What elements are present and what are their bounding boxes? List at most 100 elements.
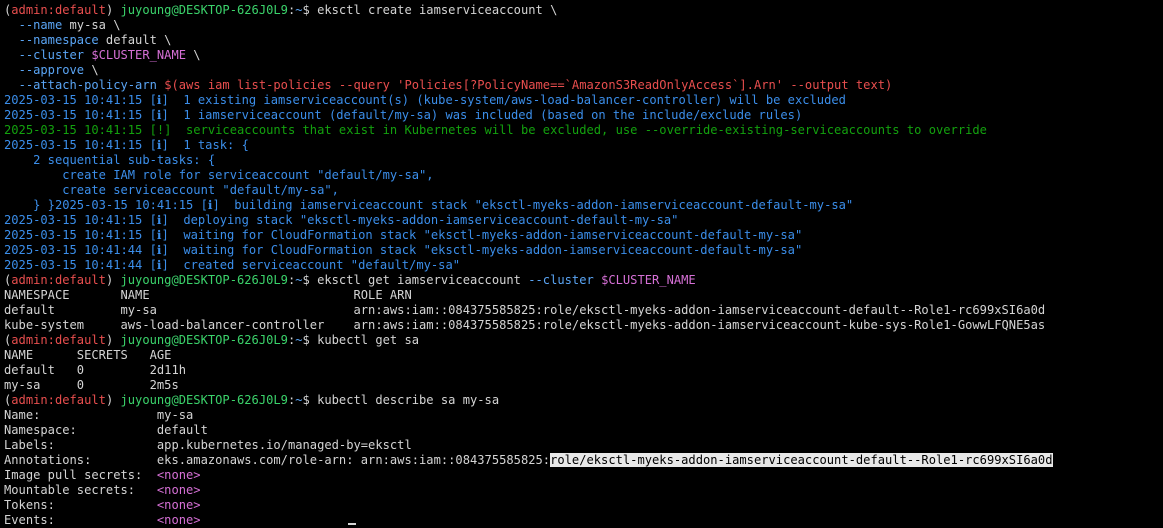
log-line: 2025-03-15 10:41:15 [ℹ] 1 iamserviceacco… bbox=[4, 108, 1163, 123]
command-text: kubectl describe sa my-sa bbox=[317, 393, 500, 407]
flag-cluster: --cluster bbox=[528, 273, 594, 287]
prompt-path: ~ bbox=[295, 273, 303, 287]
prompt-user-host: juyoung@DESKTOP-626J0L9 bbox=[120, 333, 288, 347]
env-variable: $CLUSTER_NAME bbox=[91, 48, 187, 62]
log-message: 1 iamserviceaccount (default/my-sa) was … bbox=[168, 108, 803, 122]
describe-key: Annotations: bbox=[4, 453, 157, 467]
prompt-line: (admin:default) juyoung@DESKTOP-626J0L9:… bbox=[4, 393, 500, 407]
describe-key: Image pull secrets: bbox=[4, 468, 157, 482]
describe-value: my-sa bbox=[156, 408, 194, 422]
command-text: eksctl create iamserviceaccount \ bbox=[317, 3, 558, 17]
describe-key: Tokens: bbox=[4, 498, 157, 512]
table-header: NAME SECRETS AGE bbox=[4, 348, 172, 362]
log-message: 1 existing iamserviceaccount(s) (kube-sy… bbox=[168, 93, 846, 107]
describe-value: eks.amazonaws.com/role-arn: arn:aws:iam:… bbox=[156, 453, 551, 467]
log-message: serviceaccounts that exist in Kubernetes… bbox=[171, 123, 987, 137]
prompt-user-host: juyoung@DESKTOP-626J0L9 bbox=[120, 393, 288, 407]
log-timestamp: 2025-03-15 10:41:15 [ℹ] bbox=[4, 138, 169, 152]
table-row: kube-system aws-load-balancer-controller… bbox=[4, 318, 1046, 332]
log-timestamp: 2025-03-15 10:41:44 [ℹ] bbox=[4, 258, 169, 272]
describe-value: default bbox=[156, 423, 208, 437]
describe-field: Name: my-sa bbox=[4, 408, 1163, 423]
log-line: create serviceaccount "default/my-sa", bbox=[4, 183, 339, 197]
table-row: default my-sa arn:aws:iam::084375585825:… bbox=[4, 303, 1046, 317]
log-message: building iamserviceaccount stack "eksctl… bbox=[219, 198, 854, 212]
describe-value-none: <none> bbox=[156, 513, 201, 527]
flag-name: --name bbox=[18, 18, 63, 32]
describe-key: Events: bbox=[4, 513, 157, 527]
describe-field: Image pull secrets: <none> bbox=[4, 468, 1163, 483]
flag-cluster: --cluster bbox=[18, 48, 85, 62]
log-timestamp: 2025-03-15 10:41:15 [ℹ] bbox=[54, 198, 220, 212]
log-line: 2 sequential sub-tasks: { bbox=[4, 153, 216, 167]
flag-value: default \ bbox=[98, 33, 172, 47]
command-continuation: --cluster $CLUSTER_NAME \ bbox=[4, 48, 1163, 63]
log-line: 2025-03-15 10:41:44 [ℹ] created servicea… bbox=[4, 258, 1163, 273]
command-text: kubectl get sa bbox=[317, 333, 420, 347]
line-continuation: \ bbox=[84, 63, 99, 77]
selected-text[interactable]: role/eksctl-myeks-addon-iamserviceaccoun… bbox=[550, 453, 1053, 467]
prompt-env: admin:default bbox=[11, 333, 106, 347]
log-line: } }2025-03-15 10:41:15 [ℹ] building iams… bbox=[4, 198, 1163, 213]
command-continuation: --namespace default \ bbox=[4, 33, 1163, 48]
flag-attach-policy-arn: --attach-policy-arn bbox=[18, 78, 157, 92]
command-text: eksctl get iamserviceaccount bbox=[317, 273, 529, 287]
describe-field: Namespace: default bbox=[4, 423, 1163, 438]
prompt-user-host: juyoung@DESKTOP-626J0L9 bbox=[120, 273, 288, 287]
describe-key: Namespace: bbox=[4, 423, 157, 437]
log-line: 2025-03-15 10:41:44 [ℹ] waiting for Clou… bbox=[4, 243, 1163, 258]
log-line: create IAM role for serviceaccount "defa… bbox=[4, 168, 434, 182]
describe-key: Mountable secrets: bbox=[4, 483, 157, 497]
prompt-line: (admin:default) juyoung@DESKTOP-626J0L9:… bbox=[4, 333, 420, 347]
describe-field: Events: <none> bbox=[4, 513, 1163, 528]
env-variable: $CLUSTER_NAME bbox=[601, 273, 696, 287]
line-continuation: \ bbox=[186, 48, 201, 62]
describe-field: Tokens: <none> bbox=[4, 498, 1163, 513]
describe-value-none: <none> bbox=[156, 483, 201, 497]
prompt-user-host: juyoung@DESKTOP-626J0L9 bbox=[120, 3, 288, 17]
describe-field: Labels: app.kubernetes.io/managed-by=eks… bbox=[4, 438, 1163, 453]
log-message: } } bbox=[4, 198, 55, 212]
flag-namespace: --namespace bbox=[18, 33, 99, 47]
prompt-env: admin:default bbox=[11, 273, 106, 287]
log-message: deploying stack "eksctl-myeks-addon-iams… bbox=[168, 213, 679, 227]
text-cursor bbox=[348, 523, 356, 525]
describe-key: Labels: bbox=[4, 438, 157, 452]
log-line: 2025-03-15 10:41:15 [ℹ] 1 task: { bbox=[4, 138, 1163, 153]
log-timestamp: 2025-03-15 10:41:15 [ℹ] bbox=[4, 93, 169, 107]
table-row: my-sa 0 2m5s bbox=[4, 378, 179, 392]
flag-approve: --approve bbox=[18, 63, 85, 77]
log-timestamp: 2025-03-15 10:41:15 [ℹ] bbox=[4, 108, 169, 122]
log-line: 2025-03-15 10:41:15 [ℹ] 1 existing iamse… bbox=[4, 93, 1163, 108]
command-continuation: --approve \ bbox=[4, 63, 1163, 78]
describe-value-none: <none> bbox=[156, 468, 201, 482]
log-message: waiting for CloudFormation stack "eksctl… bbox=[168, 243, 803, 257]
prompt-env: admin:default bbox=[11, 393, 106, 407]
describe-field: Annotations: eks.amazonaws.com/role-arn:… bbox=[4, 453, 1163, 468]
log-message: 1 task: { bbox=[168, 138, 249, 152]
log-timestamp: 2025-03-15 10:41:15 [ℹ] bbox=[4, 213, 169, 227]
log-message: waiting for CloudFormation stack "eksctl… bbox=[168, 228, 803, 242]
prompt-line: (admin:default) juyoung@DESKTOP-626J0L9:… bbox=[4, 273, 696, 287]
command-continuation: --attach-policy-arn $(aws iam list-polic… bbox=[4, 78, 1163, 93]
log-line: 2025-03-15 10:41:15 [ℹ] waiting for Clou… bbox=[4, 228, 1163, 243]
prompt-line: (admin:default) juyoung@DESKTOP-626J0L9:… bbox=[4, 3, 558, 17]
log-line: 2025-03-15 10:41:15 [ℹ] deploying stack … bbox=[4, 213, 1163, 228]
prompt-path: ~ bbox=[295, 333, 303, 347]
log-timestamp: 2025-03-15 10:41:44 [ℹ] bbox=[4, 243, 169, 257]
terminal-window[interactable]: (admin:default) juyoung@DESKTOP-626J0L9:… bbox=[0, 0, 1163, 528]
log-line-warning: 2025-03-15 10:41:15 [!] serviceaccounts … bbox=[4, 123, 1163, 138]
log-message: created serviceaccount "default/my-sa" bbox=[168, 258, 461, 272]
prompt-path: ~ bbox=[295, 393, 303, 407]
table-header: NAMESPACE NAME ROLE ARN bbox=[4, 288, 412, 302]
describe-value: app.kubernetes.io/managed-by=eksctl bbox=[156, 438, 412, 452]
describe-field: Mountable secrets: <none> bbox=[4, 483, 1163, 498]
describe-key: Name: bbox=[4, 408, 157, 422]
prompt-env: admin:default bbox=[11, 3, 106, 17]
flag-value: my-sa \ bbox=[62, 18, 121, 32]
command-continuation: --name my-sa \ bbox=[4, 18, 1163, 33]
table-row: default 0 2d11h bbox=[4, 363, 187, 377]
log-timestamp: 2025-03-15 10:41:15 [!] bbox=[4, 123, 172, 137]
prompt-path: ~ bbox=[295, 3, 303, 17]
subshell-expression: $(aws iam list-policies --query 'Policie… bbox=[164, 78, 893, 92]
